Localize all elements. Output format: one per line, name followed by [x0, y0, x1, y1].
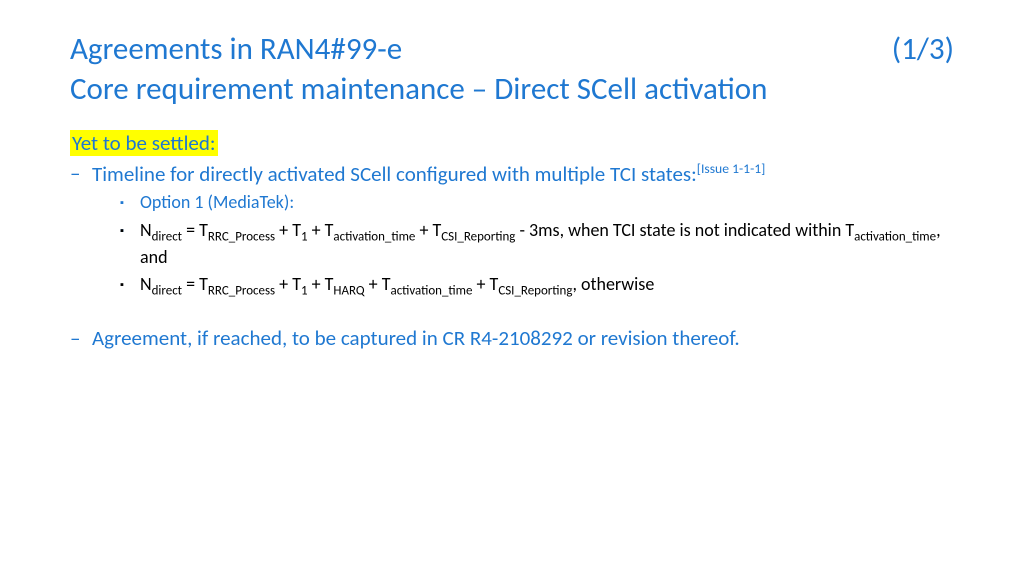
bullet-list-level3: Ndirect = TRRC_Process + T1 + Tactivatio…	[92, 219, 954, 301]
issue-ref: [Issue 1-1-1]	[697, 160, 766, 177]
bullet-list-level1: Timeline for directly activated SCell co…	[70, 160, 954, 301]
page-number: (1/3)	[892, 30, 954, 68]
bullet-option1: Option 1 (MediaTek):	[92, 191, 954, 214]
subtitle: Core requirement maintenance – Direct SC…	[70, 70, 954, 108]
highlight-label: Yet to be settled:	[70, 130, 218, 156]
title-row: Agreements in RAN4#99-e (1/3)	[70, 30, 954, 68]
formula-2: Ndirect = TRRC_Process + T1 + THARQ + Ta…	[92, 273, 954, 300]
bullet-timeline-text: Timeline for directly activated SCell co…	[92, 161, 697, 187]
bullet-timeline: Timeline for directly activated SCell co…	[70, 160, 954, 301]
bullet-list-agreement: Agreement, if reached, to be captured in…	[70, 325, 954, 351]
title-main: Agreements in RAN4#99-e	[70, 30, 402, 68]
formula-1: Ndirect = TRRC_Process + T1 + Tactivatio…	[92, 219, 954, 270]
bullet-agreement: Agreement, if reached, to be captured in…	[70, 325, 954, 351]
bullet-list-level2: Option 1 (MediaTek): Ndirect = TRRC_Proc…	[92, 191, 954, 301]
